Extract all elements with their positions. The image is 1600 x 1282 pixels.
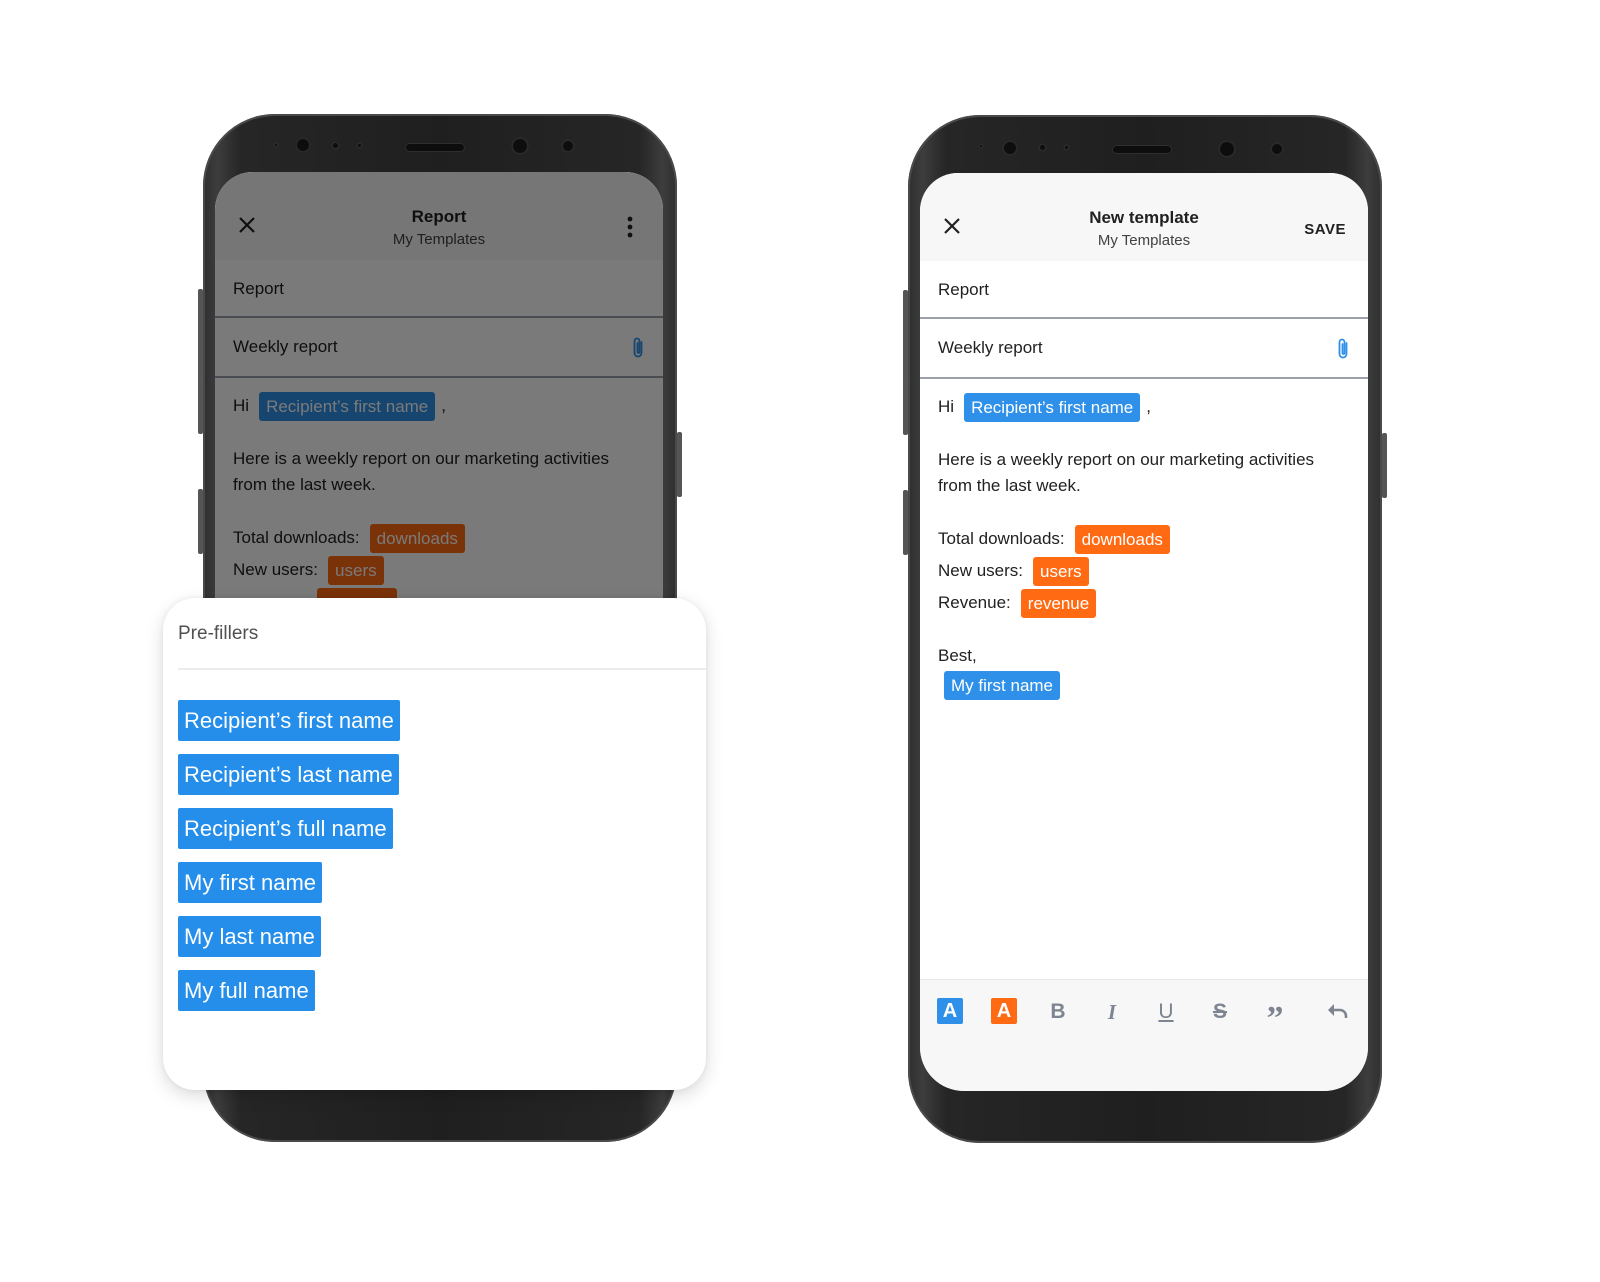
sensor-dot [1038, 143, 1047, 152]
iris-camera [1218, 140, 1236, 158]
iris-camera [511, 137, 529, 155]
subject-field[interactable]: Weekly report [920, 319, 1368, 379]
page-title: New template [1089, 208, 1199, 227]
prefiller-chip[interactable]: Recipient’s first name [964, 392, 1141, 422]
earpiece-speaker [405, 143, 465, 152]
front-camera [295, 137, 311, 153]
bixby-button [903, 490, 908, 555]
strikethrough-icon[interactable]: S [1206, 998, 1234, 1026]
subject-value: Weekly report [938, 338, 1043, 357]
prefillers-list: Recipient’s first name Recipient’s last … [178, 700, 400, 1024]
metric-row: New users: users [938, 555, 1350, 587]
right-screen: New template My Templates SAVE Report We… [920, 173, 1368, 1091]
prefiller-option[interactable]: Recipient’s last name [178, 754, 399, 795]
app-bar: New template My Templates SAVE [920, 173, 1368, 261]
sensor-dot [1063, 144, 1070, 151]
bixby-button [198, 489, 203, 554]
proximity-sensor [978, 143, 984, 149]
paperclip-icon[interactable] [1336, 337, 1350, 361]
template-name-value: Report [938, 280, 990, 299]
prefiller-option[interactable]: My first name [178, 862, 323, 903]
page-subtitle: My Templates [1097, 232, 1191, 249]
signature-line: My first name [938, 669, 1350, 701]
front-camera [1002, 140, 1018, 156]
metric-chip[interactable]: users [1033, 556, 1089, 586]
formatting-toolbar: A A B I U S ” [920, 979, 1368, 1091]
underline-icon[interactable]: U [1152, 998, 1180, 1026]
bold-icon[interactable]: B [1044, 998, 1072, 1026]
prefiller-option[interactable]: My last name [178, 916, 321, 957]
italic-icon[interactable]: I [1098, 998, 1126, 1026]
metric-label: New users: [938, 561, 1024, 580]
metric-chip[interactable]: downloads [1074, 524, 1170, 554]
prefiller-option[interactable]: Recipient’s full name [178, 808, 393, 849]
metric-label: Total downloads: [938, 529, 1065, 548]
text-color-blue-icon[interactable]: A [937, 998, 963, 1024]
save-button[interactable]: SAVE [1304, 221, 1346, 238]
greeting-text: Hi [938, 397, 955, 416]
body-paragraph: Here is a weekly report on our marketing… [938, 450, 1315, 495]
iris-sensor [1270, 142, 1284, 156]
power-button [1382, 433, 1387, 498]
prefiller-chip[interactable]: My first name [944, 670, 1061, 700]
divider [178, 668, 706, 670]
sensor-dot [356, 142, 363, 149]
undo-icon[interactable] [1324, 998, 1352, 1026]
iris-sensor [561, 139, 575, 153]
signoff-line: Best, [938, 643, 1350, 669]
sheet-heading: Pre-fillers [178, 623, 259, 644]
earpiece-speaker [1112, 145, 1172, 154]
metric-label: Revenue: [938, 593, 1011, 612]
prefiller-option[interactable]: Recipient’s first name [178, 700, 400, 741]
sensor-dot [331, 141, 340, 150]
quote-icon[interactable]: ” [1261, 998, 1289, 1037]
volume-button [903, 290, 908, 435]
signoff-text: Best, [938, 646, 977, 665]
prefillers-sheet: Pre-fillers Recipient’s first name Recip… [163, 598, 706, 1090]
power-button [677, 432, 682, 497]
greeting-line: Hi Recipient’s first name , [938, 391, 1350, 423]
volume-button [198, 289, 203, 434]
comma-text: , [1146, 397, 1151, 416]
email-body[interactable]: Hi Recipient’s first name , Here is a we… [938, 379, 1350, 701]
metric-chip[interactable]: revenue [1020, 588, 1097, 618]
text-color-orange-icon[interactable]: A [991, 998, 1017, 1024]
proximity-sensor [273, 142, 279, 148]
metric-row: Revenue: revenue [938, 587, 1350, 619]
prefiller-option[interactable]: My full name [178, 970, 315, 1011]
right-phone-frame: New template My Templates SAVE Report We… [903, 115, 1387, 1143]
template-name-field[interactable]: Report [920, 261, 1368, 319]
metric-row: Total downloads: downloads [938, 523, 1350, 555]
